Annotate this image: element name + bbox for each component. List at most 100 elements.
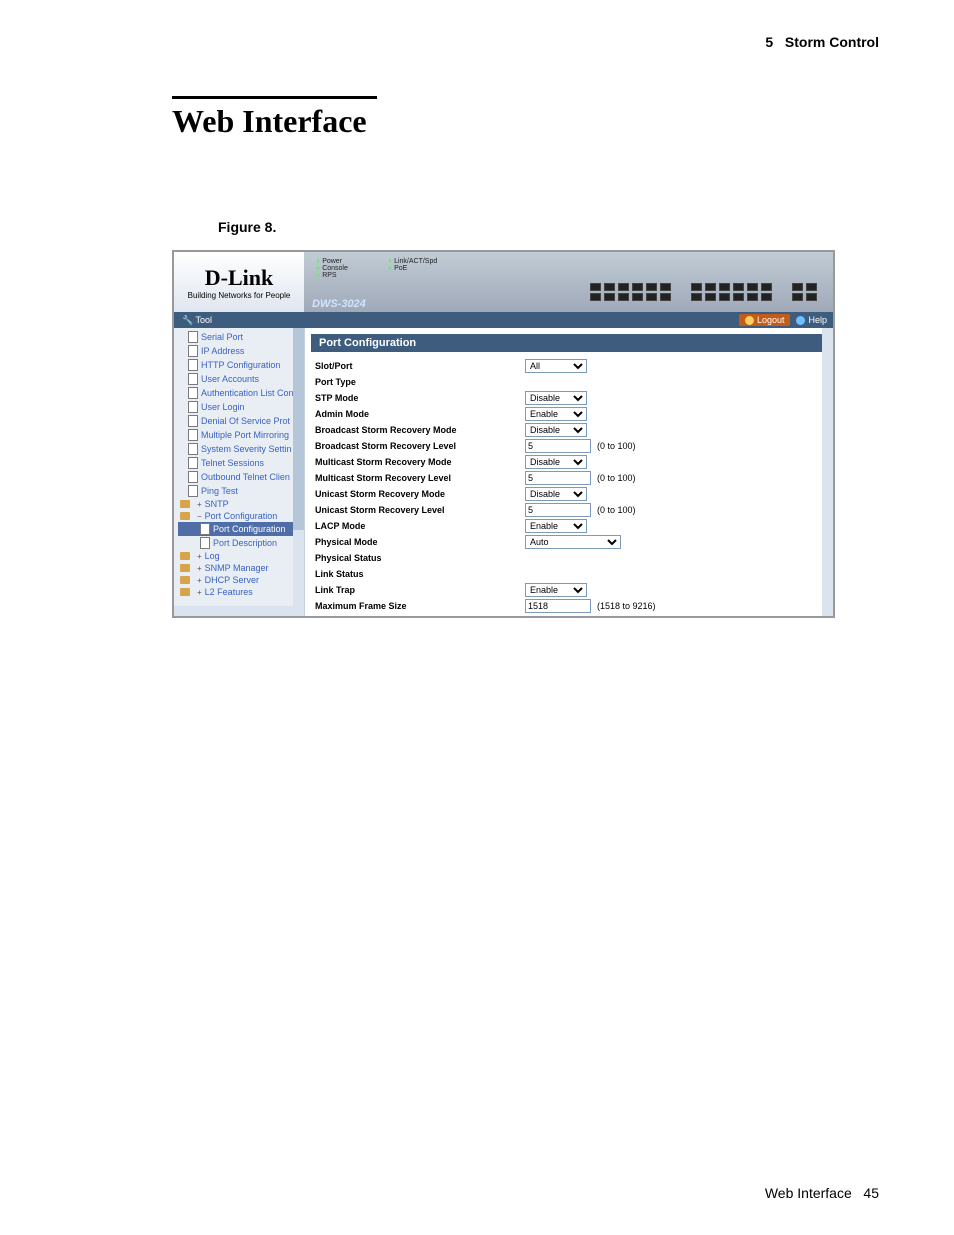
sidebar-item-label: User Login: [201, 402, 245, 412]
field-label: Unicast Storm Recovery Mode: [315, 489, 525, 499]
sidebar-item[interactable]: Multiple Port Mirroring: [178, 428, 302, 442]
field-value: Enable: [525, 407, 587, 421]
field-value: Auto: [525, 535, 621, 549]
tree-toggle-icon[interactable]: +: [197, 552, 202, 561]
form-row: Broadcast Storm Recovery Level(0 to 100): [315, 438, 823, 454]
field-label: Broadcast Storm Recovery Mode: [315, 425, 525, 435]
sidebar-item[interactable]: Ping Test: [178, 484, 302, 498]
sidebar-item-label: Authentication List Con: [201, 388, 294, 398]
model-label: DWS-3024: [312, 298, 366, 310]
sidebar-item-label: System Severity Settin: [201, 444, 292, 454]
led-power: Power: [316, 258, 342, 265]
sidebar-item-label: Log: [205, 551, 220, 561]
field-value: (0 to 100): [525, 439, 636, 453]
field-label: Slot/Port: [315, 361, 525, 371]
sidebar-item[interactable]: User Accounts: [178, 372, 302, 386]
field-select[interactable]: All: [525, 359, 587, 373]
field-input[interactable]: [525, 439, 591, 453]
logout-icon: [745, 316, 754, 325]
field-input[interactable]: [525, 471, 591, 485]
form-row: Slot/PortAll: [315, 358, 823, 374]
sidebar-item-label: Serial Port: [201, 332, 243, 342]
page-footer: Web Interface 45: [765, 1185, 879, 1201]
field-hint: (0 to 100): [597, 505, 636, 515]
field-value: Disable: [525, 391, 587, 405]
sidebar-item[interactable]: HTTP Configuration: [178, 358, 302, 372]
field-label: Maximum Frame Size: [315, 601, 525, 611]
field-label: LACP Mode: [315, 521, 525, 531]
field-input[interactable]: [525, 599, 591, 613]
field-input[interactable]: [525, 503, 591, 517]
panel-title: Port Configuration: [311, 334, 827, 352]
form-row: Multicast Storm Recovery ModeDisable: [315, 454, 823, 470]
sidebar-item[interactable]: Denial Of Service Prot: [178, 414, 302, 428]
tree-toggle-icon[interactable]: +: [197, 576, 202, 585]
field-label: Link Trap: [315, 585, 525, 595]
form-row: Port Type: [315, 374, 823, 390]
field-select[interactable]: Auto: [525, 535, 621, 549]
sidebar-item[interactable]: User Login: [178, 400, 302, 414]
tree-toggle-icon[interactable]: +: [197, 588, 202, 597]
sidebar-item-label: IP Address: [201, 346, 244, 356]
field-select[interactable]: Enable: [525, 519, 587, 533]
sidebar-item[interactable]: Serial Port: [178, 330, 302, 344]
form-row: Admin ModeEnable: [315, 406, 823, 422]
sidebar-item[interactable]: System Severity Settin: [178, 442, 302, 456]
form-row: LACP ModeEnable: [315, 518, 823, 534]
led-legend: Power Console RPS Link/ACT/Spd PoE: [310, 256, 827, 281]
help-button[interactable]: Help: [790, 314, 833, 326]
sidebar-item[interactable]: Authentication List Con: [178, 386, 302, 400]
tree-toggle-icon[interactable]: −: [197, 512, 202, 521]
form-row: Unicast Storm Recovery ModeDisable: [315, 486, 823, 502]
field-select[interactable]: Disable: [525, 423, 587, 437]
field-select[interactable]: Enable: [525, 583, 587, 597]
sidebar-hscroll[interactable]: [174, 606, 293, 616]
sidebar-item[interactable]: +DHCP Server: [178, 574, 302, 586]
sidebar-item[interactable]: Outbound Telnet Clien: [178, 470, 302, 484]
form-row: Maximum Frame Size(1518 to 9216): [315, 598, 823, 614]
led-rps: RPS: [316, 272, 337, 279]
sidebar-item[interactable]: +SNMP Manager: [178, 562, 302, 574]
sidebar-item-label: DHCP Server: [205, 575, 259, 585]
field-select[interactable]: Enable: [525, 407, 587, 421]
tree-toggle-icon[interactable]: +: [197, 564, 202, 573]
field-select[interactable]: Disable: [525, 391, 587, 405]
field-label: STP Mode: [315, 393, 525, 403]
tool-menu[interactable]: 🔧 Tool: [174, 315, 220, 326]
field-select[interactable]: Disable: [525, 455, 587, 469]
sidebar-item[interactable]: +SNTP: [178, 498, 302, 510]
title-rule: [172, 96, 377, 99]
sidebar-vscroll[interactable]: [293, 328, 304, 616]
brand-name: D-Link: [205, 265, 273, 291]
sidebar-item[interactable]: Telnet Sessions: [178, 456, 302, 470]
sidebar-item[interactable]: Port Description: [178, 536, 302, 550]
device-banner: D-Link Building Networks for People Powe…: [174, 252, 833, 312]
content-vscroll[interactable]: [822, 328, 833, 616]
sidebar-item[interactable]: +L2 Features: [178, 586, 302, 598]
form-row: Broadcast Storm Recovery ModeDisable: [315, 422, 823, 438]
field-value: Disable: [525, 455, 587, 469]
screenshot-web-ui: D-Link Building Networks for People Powe…: [172, 250, 835, 618]
port-group-1: [590, 283, 671, 301]
sidebar-item-label: SNTP: [205, 499, 229, 509]
field-value: (0 to 100): [525, 471, 636, 485]
field-label: Broadcast Storm Recovery Level: [315, 441, 525, 451]
field-hint: (0 to 100): [597, 473, 636, 483]
section-number: 5: [765, 34, 773, 50]
logout-button[interactable]: Logout: [739, 314, 791, 326]
led-poe: PoE: [388, 265, 407, 272]
title-block: Web Interface: [172, 96, 377, 140]
led-link: Link/ACT/Spd: [388, 258, 437, 265]
sidebar-item-label: L2 Features: [205, 587, 253, 597]
sidebar-item-label: Port Description: [213, 538, 277, 548]
sidebar-item[interactable]: Port Configuration: [178, 522, 302, 536]
sidebar-item[interactable]: IP Address: [178, 344, 302, 358]
tree-toggle-icon[interactable]: +: [197, 500, 202, 509]
sidebar-item[interactable]: +Log: [178, 550, 302, 562]
field-label: Port Type: [315, 377, 525, 387]
field-select[interactable]: Disable: [525, 487, 587, 501]
sidebar-item-label: Ping Test: [201, 486, 238, 496]
field-label: Unicast Storm Recovery Level: [315, 505, 525, 515]
sidebar-item[interactable]: −Port Configuration: [178, 510, 302, 522]
field-value: (1518 to 9216): [525, 599, 656, 613]
